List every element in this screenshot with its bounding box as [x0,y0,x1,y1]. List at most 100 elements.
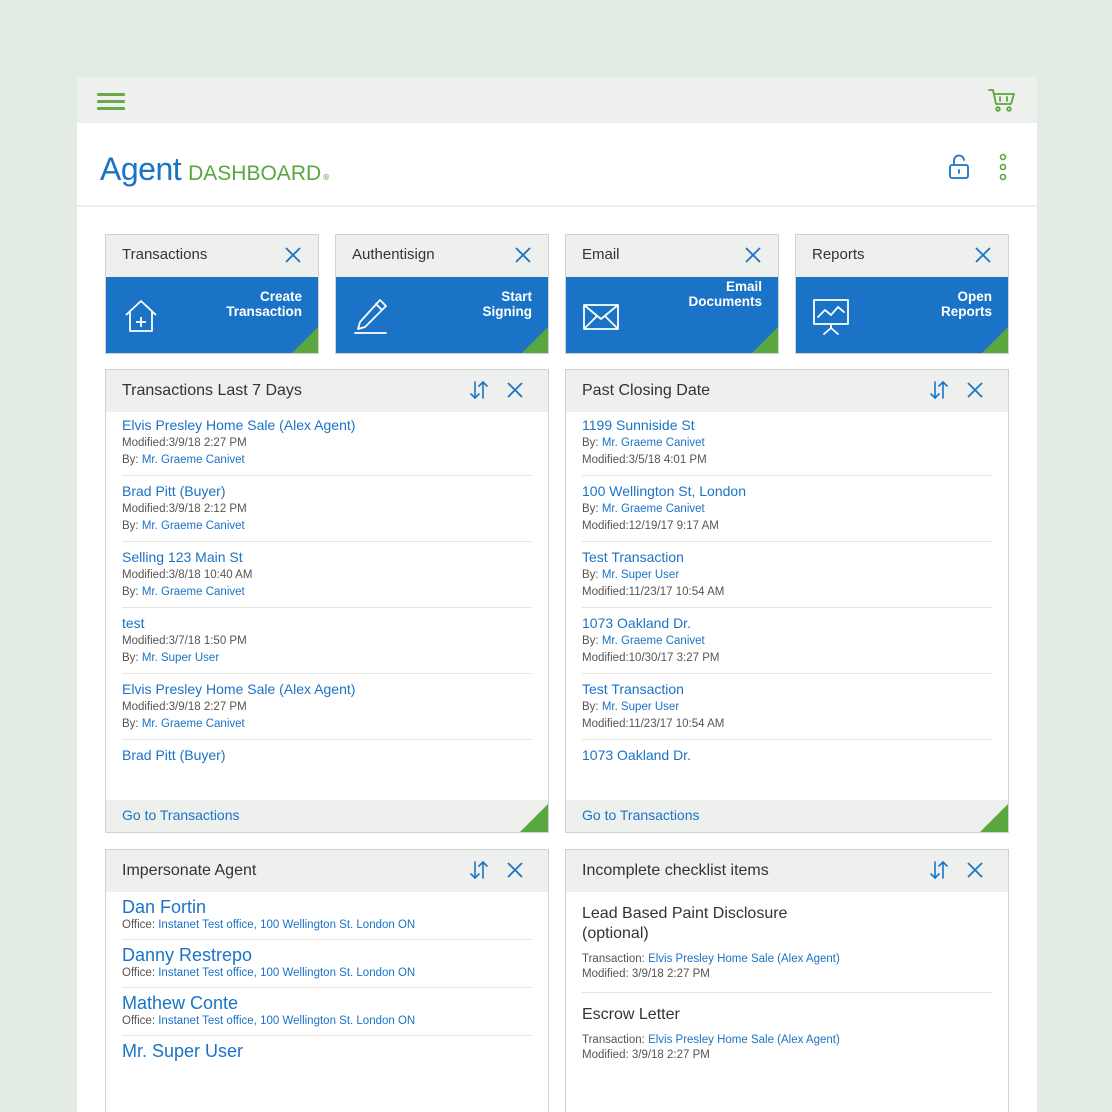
list-item: 1073 Oakland Dr. [582,746,992,771]
by-label: By: [122,586,139,598]
close-icon[interactable] [504,859,526,881]
corner-accent [522,327,548,353]
checklist-item[interactable]: Lead Based Paint Disclosure (optional) T… [582,892,992,993]
sort-icon[interactable] [928,859,950,881]
by-user: Mr. Super User [601,569,680,581]
checklist-title: Lead Based Paint Disclosure (optional) [582,905,788,942]
by-line: By: Mr. Super User [582,699,992,716]
modified-text: Modified:3/7/18 1:50 PM [122,635,247,647]
transaction-link[interactable]: test [122,614,532,633]
by-label: By: [582,437,599,449]
tile-title: Transactions [122,246,208,263]
close-icon[interactable] [512,244,534,266]
transaction-link[interactable]: Brad Pitt (Buyer) [122,746,532,765]
transaction-link[interactable]: Brad Pitt (Buyer) [122,482,532,501]
transaction-value: Elvis Presley Home Sale (Alex Agent) [648,1034,840,1046]
office-value: Instanet Test office, 100 Wellington St.… [158,1015,416,1027]
past-closing-card: Past Closing Date 1199 Sunniside St By: … [565,369,1009,833]
corner-accent [980,804,1008,832]
sort-icon[interactable] [468,379,490,401]
transaction-link[interactable]: Elvis Presley Home Sale (Alex Agent) [122,416,532,435]
agent-office: Office: Instanet Test office, 100 Wellin… [122,1014,532,1029]
transaction-label: Transaction: [582,953,645,965]
tile-action-label: Start Signing [482,289,533,319]
transaction-link[interactable]: 1073 Oakland Dr. [582,746,992,765]
modified-text: Modified:3/9/18 2:12 PM [122,503,247,515]
checklist-item[interactable]: Escrow Letter Transaction: Elvis Presley… [582,993,992,1073]
close-icon[interactable] [742,244,764,266]
modified-text: Modified:10/30/17 3:27 PM [582,652,720,664]
lock-icon[interactable] [947,154,971,180]
by-line: By: Mr. Graeme Canivet [582,435,992,452]
list-item: Elvis Presley Home Sale (Alex Agent) Mod… [122,680,532,740]
start-signing-button[interactable]: Start Signing [336,277,548,353]
agent-link[interactable]: Mathew Conte [122,992,532,1014]
transaction-label: Transaction: [582,1034,645,1046]
corner-accent [292,327,318,353]
office-label: Office: [122,967,156,979]
checklist-modified: Modified: 3/9/18 2:27 PM [582,968,710,980]
corner-accent [520,804,548,832]
card-title: Transactions Last 7 Days [122,382,302,399]
by-label: By: [582,635,599,647]
modified-text: Modified:3/9/18 2:27 PM [122,437,247,449]
envelope-icon [583,304,619,330]
open-reports-button[interactable]: Open Reports [796,277,1008,353]
go-to-transactions-link[interactable]: Go to Transactions [122,807,240,823]
list-item: Selling 123 Main St Modified:3/8/18 10:4… [122,548,532,608]
tile-action-label: Open Reports [940,289,992,319]
transaction-link[interactable]: 100 Wellington St, London [582,482,992,501]
agent-item: Danny Restrepo Office: Instanet Test off… [122,940,532,988]
impersonate-agent-card: Impersonate Agent Dan Fortin Office: Ins… [105,849,549,1112]
modified-text: Modified:3/8/18 10:40 AM [122,569,253,581]
transaction-link[interactable]: Selling 123 Main St [122,548,532,567]
by-line: By: Mr. Graeme Canivet [122,584,532,601]
hamburger-icon[interactable] [97,93,125,110]
close-icon[interactable] [504,379,526,401]
card-header: Past Closing Date [566,370,1008,412]
cart-icon[interactable] [987,85,1017,115]
by-line: By: Mr. Graeme Canivet [122,716,532,733]
create-transaction-button[interactable]: Create Transaction [106,277,318,353]
close-icon[interactable] [282,244,304,266]
modified-text: Modified:12/19/17 9:17 AM [582,520,719,532]
email-documents-button[interactable]: Email Documents [566,277,778,353]
by-user: Mr. Graeme Canivet [141,454,245,466]
modified-text: Modified:3/9/18 2:27 PM [122,701,247,713]
agent-item: Mathew Conte Office: Instanet Test offic… [122,988,532,1036]
transaction-link[interactable]: 1073 Oakland Dr. [582,614,992,633]
tile-reports: Reports Open Reports [795,234,1009,354]
transaction-link[interactable]: Test Transaction [582,680,992,699]
agent-link[interactable]: Danny Restrepo [122,944,532,966]
close-icon[interactable] [964,859,986,881]
by-label: By: [582,701,599,713]
brand-logo: Agent DASHBOARD ® [100,151,330,188]
tile-header: Reports [796,235,1008,277]
go-to-transactions-link[interactable]: Go to Transactions [582,807,700,823]
kebab-icon[interactable] [999,153,1007,181]
agent-office: Office: Instanet Test office, 100 Wellin… [122,966,532,981]
close-icon[interactable] [972,244,994,266]
corner-accent [982,327,1008,353]
agent-link[interactable]: Mr. Super User [122,1040,532,1062]
by-label: By: [122,652,139,664]
list-item: Brad Pitt (Buyer) Modified:3/9/18 2:12 P… [122,482,532,542]
agent-item: Mr. Super User [122,1036,532,1068]
agent-link[interactable]: Dan Fortin [122,896,532,918]
close-icon[interactable] [964,379,986,401]
sort-icon[interactable] [928,379,950,401]
transaction-link[interactable]: Test Transaction [582,548,992,567]
card-footer: Go to Transactions [566,800,1008,832]
by-user: Mr. Graeme Canivet [601,437,705,449]
tile-title: Authentisign [352,246,435,263]
list-item: test Modified:3/7/18 1:50 PM By: Mr. Sup… [122,614,532,674]
transaction-link[interactable]: Elvis Presley Home Sale (Alex Agent) [122,680,532,699]
tile-email: Email Email Documents [565,234,779,354]
app-window: Agent DASHBOARD ® Transactions Create Tr… [77,77,1037,1112]
presentation-icon [813,299,849,335]
top-bar [77,77,1037,123]
checklist-list: Lead Based Paint Disclosure (optional) T… [582,892,992,1073]
transaction-link[interactable]: 1199 Sunniside St [582,416,992,435]
sort-icon[interactable] [468,859,490,881]
brand-reg: ® [322,173,331,182]
